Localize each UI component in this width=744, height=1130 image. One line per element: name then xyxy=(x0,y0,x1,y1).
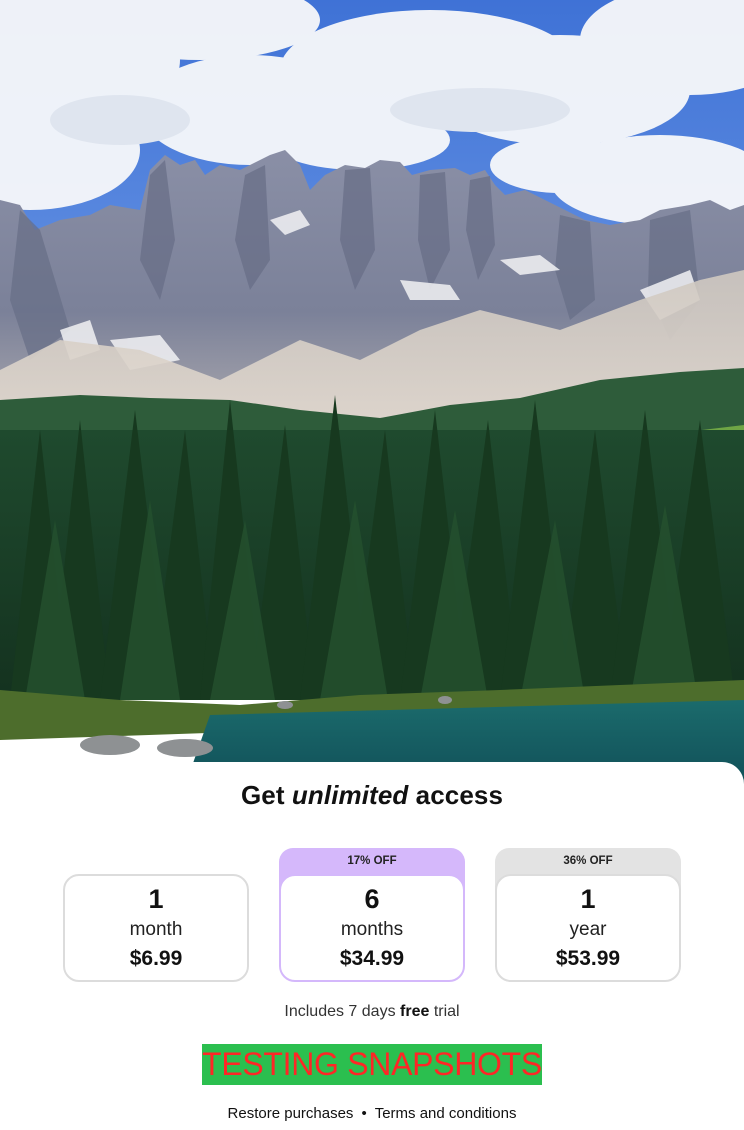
subscribe-button[interactable]: TESTING SNAPSHOTS xyxy=(202,1044,542,1085)
plan-price: $34.99 xyxy=(339,947,405,970)
plan-card[interactable]: 6 months $34.99 xyxy=(279,874,465,982)
terms-link[interactable]: Terms and conditions xyxy=(375,1105,517,1122)
plan-price: $6.99 xyxy=(129,947,183,970)
plan-option-1-month[interactable]: 1 month $6.99 xyxy=(63,848,249,982)
restore-purchases-link[interactable]: Restore purchases xyxy=(228,1105,354,1122)
trial-suffix: trial xyxy=(429,1003,460,1020)
plan-option-1-year[interactable]: 36% OFF 1 year $53.99 xyxy=(495,848,681,982)
trial-note: Includes 7 days free trial xyxy=(0,1003,744,1021)
headline-emphasis: unlimited xyxy=(291,780,409,810)
footer-links: Restore purchases • Terms and conditions xyxy=(0,1105,744,1122)
plan-price: $53.99 xyxy=(555,947,621,970)
headline-prefix: Get xyxy=(240,780,292,810)
plan-options: 1 month $6.99 17% OFF 6 months $34.99 36… xyxy=(0,848,744,982)
trial-free: free xyxy=(400,1003,430,1020)
footer-separator: • xyxy=(361,1105,367,1122)
paywall-sheet: Get unlimited access 1 month $6.99 17% O… xyxy=(0,762,744,1130)
headline-suffix: access xyxy=(408,780,504,810)
plan-card[interactable]: 1 year $53.99 xyxy=(495,874,681,982)
plan-unit: months xyxy=(340,919,404,940)
plan-quantity: 1 xyxy=(580,884,596,914)
plan-quantity: 6 xyxy=(364,884,380,914)
plan-card[interactable]: 1 month $6.99 xyxy=(63,874,249,982)
headline: Get unlimited access xyxy=(0,780,744,811)
plan-quantity: 1 xyxy=(148,884,164,914)
plan-option-6-months[interactable]: 17% OFF 6 months $34.99 xyxy=(279,848,465,982)
plan-unit: month xyxy=(129,919,183,940)
trial-prefix: Includes 7 days xyxy=(284,1003,401,1020)
plan-unit: year xyxy=(569,919,607,940)
hero-image xyxy=(0,0,744,800)
